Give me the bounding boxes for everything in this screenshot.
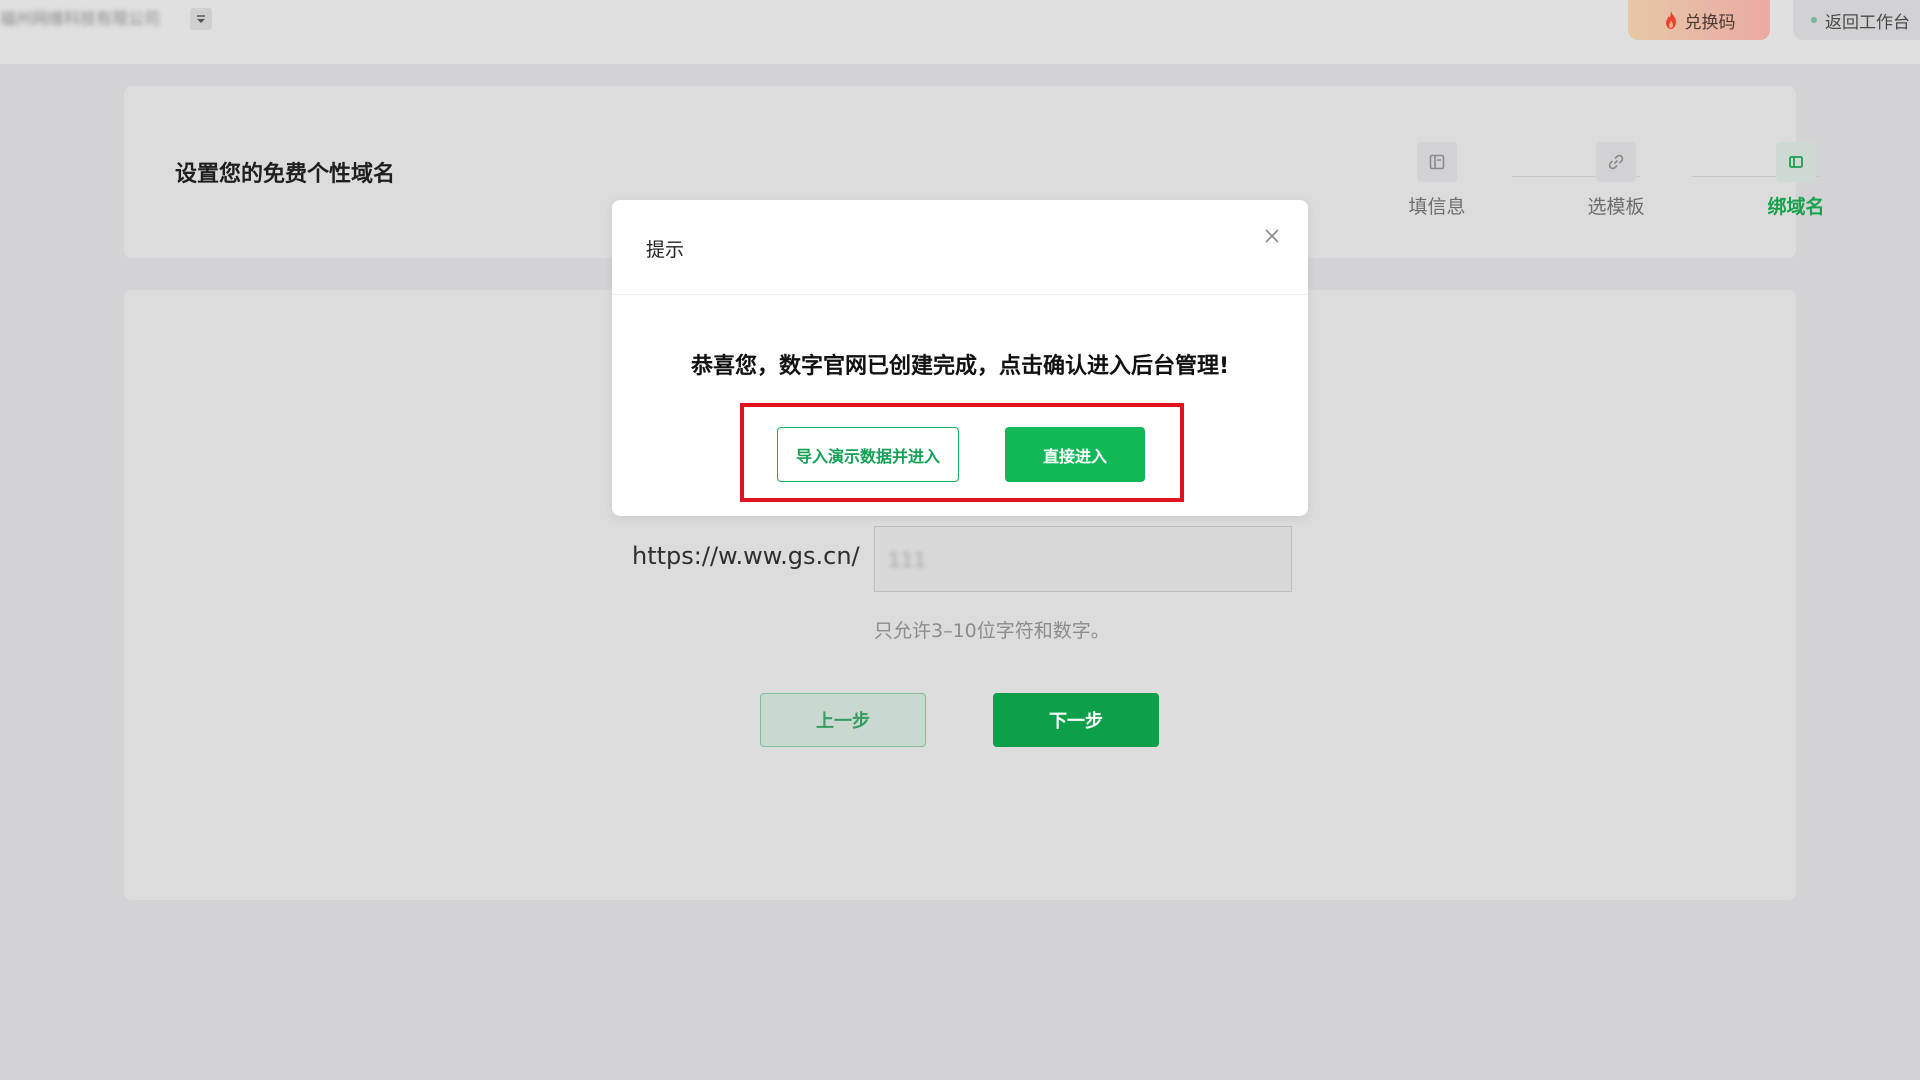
redeem-code-button[interactable]: 兑换码 xyxy=(1628,0,1770,40)
success-dialog: 提示 恭喜您，数字官网已创建完成，点击确认进入后台管理! 导入演示数据并进入 直… xyxy=(612,200,1308,516)
back-to-workbench-label: 返回工作台 xyxy=(1825,12,1910,33)
step-choose-template[interactable]: 选模板 xyxy=(1571,142,1661,219)
step-fill-info[interactable]: 填信息 xyxy=(1392,142,1482,219)
back-dot-icon xyxy=(1811,17,1817,23)
dialog-title: 提示 xyxy=(646,239,685,261)
close-button[interactable] xyxy=(1260,224,1284,248)
domain-prefix: https://w.ww.gs.cn/ xyxy=(632,542,860,570)
form-icon xyxy=(1417,142,1457,182)
previous-step-button[interactable]: 上一步 xyxy=(760,693,926,747)
layout-icon xyxy=(1776,142,1816,182)
chevron-down-icon xyxy=(197,15,205,23)
back-to-workbench-button[interactable]: 返回工作台 xyxy=(1793,0,1920,40)
top-bar: 福州网维科技有限公司 兑换码 返回工作台 xyxy=(0,0,1920,64)
step-label: 填信息 xyxy=(1408,196,1466,218)
step-bind-domain[interactable]: 绑域名 xyxy=(1751,142,1841,219)
step-label: 绑域名 xyxy=(1767,196,1825,218)
step-label: 选模板 xyxy=(1587,196,1645,218)
close-icon xyxy=(1265,229,1279,243)
enter-directly-button[interactable]: 直接进入 xyxy=(1005,427,1145,482)
domain-hint: 只允许3–10位字符和数字。 xyxy=(874,620,1110,642)
import-demo-data-button[interactable]: 导入演示数据并进入 xyxy=(777,427,959,482)
link-icon xyxy=(1596,142,1636,182)
company-dropdown-toggle[interactable] xyxy=(190,8,212,30)
dialog-header: 提示 xyxy=(612,200,1308,295)
next-step-button[interactable]: 下一步 xyxy=(993,693,1159,747)
domain-input[interactable] xyxy=(874,526,1292,592)
dialog-message: 恭喜您，数字官网已创建完成，点击确认进入后台管理! xyxy=(690,354,1230,379)
page-title: 设置您的免费个性域名 xyxy=(175,162,396,187)
redeem-code-label: 兑换码 xyxy=(1684,12,1736,33)
company-name[interactable]: 福州网维科技有限公司 xyxy=(0,8,160,30)
flame-icon xyxy=(1665,11,1676,29)
domain-input-value: 111 xyxy=(888,548,927,572)
